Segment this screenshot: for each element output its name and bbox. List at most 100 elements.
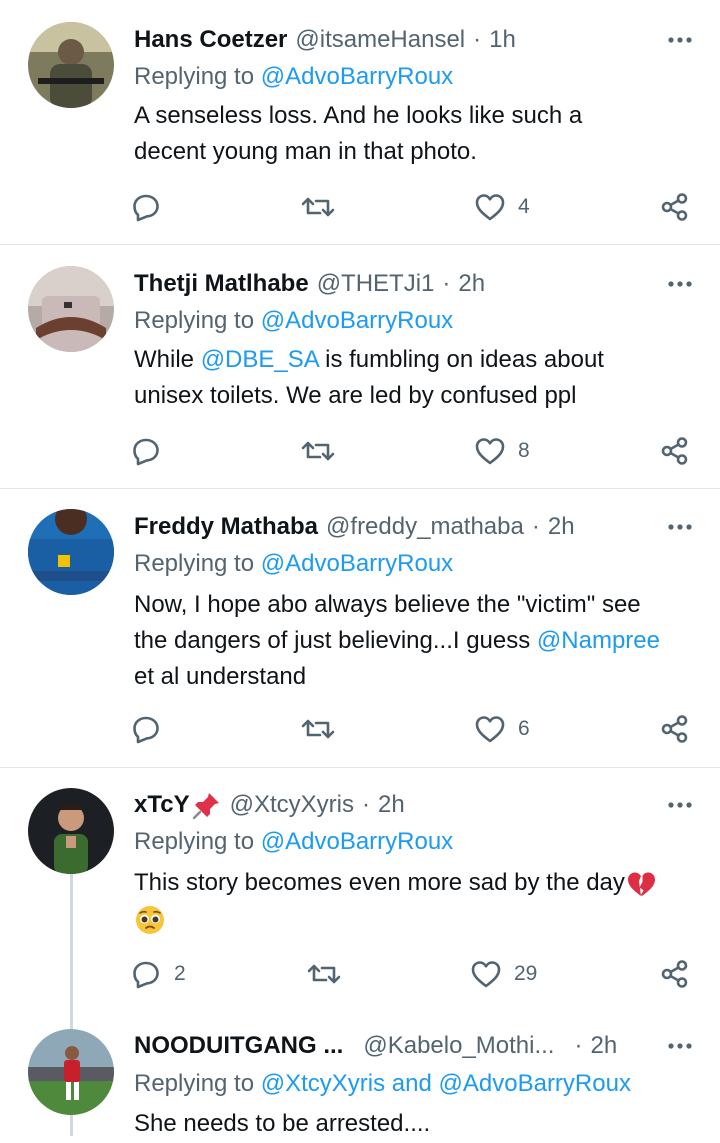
- like-button[interactable]: 8: [474, 431, 530, 471]
- pleading-face-icon: [136, 905, 164, 934]
- replying-label: Replying to: [134, 1070, 255, 1097]
- mention-link[interactable]: @XtcyXyris: [261, 1070, 385, 1097]
- user-handle[interactable]: @Kabelo_Mothi...: [363, 1032, 554, 1060]
- like-count: 6: [518, 717, 530, 740]
- reply-button[interactable]: 2: [130, 954, 186, 994]
- user-handle[interactable]: @XtcyXyris: [230, 791, 354, 819]
- tweet-actions: 8: [130, 431, 700, 471]
- tweet-text: A senseless loss. And he looks like such…: [134, 98, 704, 170]
- share-icon: [661, 960, 688, 988]
- timestamp[interactable]: 1h: [489, 26, 516, 54]
- mention-link[interactable]: @Nampree: [537, 627, 660, 654]
- mention-link[interactable]: @AdvoBarryRoux: [261, 307, 453, 334]
- share-button[interactable]: [660, 709, 690, 749]
- like-button[interactable]: 29: [470, 954, 537, 994]
- tweet-1[interactable]: Hans Coetzer @itsameHansel · 1h Replying…: [0, 0, 720, 244]
- more-dots-icon: [668, 802, 692, 808]
- text-fragment: This story becomes even more sad by the …: [134, 869, 625, 896]
- more-dots-icon: [668, 37, 692, 43]
- more-options-button[interactable]: [660, 27, 700, 53]
- tweet-text: Now, I hope abo always believe the "vict…: [134, 587, 704, 695]
- tweet-header: Hans Coetzer @itsameHansel · 1h: [134, 22, 516, 58]
- retweet-icon: [301, 197, 335, 217]
- like-count: 29: [514, 962, 538, 985]
- more-options-button[interactable]: [660, 271, 700, 297]
- mention-link[interactable]: @AdvoBarryRoux: [439, 1070, 631, 1097]
- like-button[interactable]: 4: [474, 187, 530, 227]
- replying-label: Replying to: [134, 307, 255, 334]
- more-options-button[interactable]: [660, 514, 700, 540]
- retweet-button[interactable]: [300, 431, 336, 471]
- tweet-3[interactable]: Freddy Mathaba @freddy_mathaba · 2h Repl…: [0, 489, 720, 767]
- text-line: This story becomes even more sad by the …: [134, 865, 704, 901]
- tweet-header: Thetji Matlhabe @THETJi1 · 2h: [134, 266, 485, 302]
- tweet-text: She needs to be arrested....: [134, 1106, 704, 1142]
- avatar[interactable]: [28, 1029, 114, 1115]
- avatar[interactable]: [28, 22, 114, 108]
- avatar[interactable]: [28, 788, 114, 874]
- heart-icon: [475, 716, 505, 743]
- text-line: unisex toilets. We are led by confused p…: [134, 382, 577, 409]
- tweet-text: While @DBE_SA is fumbling on ideas about…: [134, 342, 704, 414]
- share-button[interactable]: [660, 431, 690, 471]
- reply-count: 2: [174, 962, 186, 985]
- more-dots-icon: [668, 524, 692, 530]
- display-name[interactable]: Hans Coetzer: [134, 26, 287, 54]
- mention-link[interactable]: @AdvoBarryRoux: [261, 63, 453, 90]
- reply-icon: [133, 961, 159, 989]
- share-button[interactable]: [660, 954, 690, 994]
- reply-icon: [133, 716, 159, 744]
- avatar[interactable]: [28, 266, 114, 352]
- separator-dot: ·: [442, 270, 451, 297]
- display-name[interactable]: Thetji Matlhabe: [134, 270, 309, 298]
- share-icon: [661, 437, 688, 465]
- user-handle[interactable]: @itsameHansel: [295, 26, 465, 54]
- replying-to: Replying to @AdvoBarryRoux: [134, 307, 453, 335]
- tweet-header: Freddy Mathaba @freddy_mathaba · 2h: [134, 509, 575, 545]
- timestamp[interactable]: 2h: [590, 1032, 617, 1060]
- tweet-2[interactable]: Thetji Matlhabe @THETJi1 · 2h Replying t…: [0, 245, 720, 488]
- text-line: the dangers of just believing...I guess …: [134, 623, 704, 659]
- text-line: She needs to be arrested....: [134, 1110, 431, 1137]
- replying-label: Replying to: [134, 550, 255, 577]
- like-button[interactable]: 6: [474, 709, 530, 749]
- replying-label: Replying to: [134, 63, 255, 90]
- retweet-button[interactable]: [300, 187, 336, 227]
- avatar[interactable]: [28, 509, 114, 595]
- tweet-header: xTcY @XtcyXyris · 2h: [134, 787, 405, 823]
- text-line: While @DBE_SA is fumbling on ideas about: [134, 342, 704, 378]
- reply-icon: [133, 438, 159, 466]
- display-name[interactable]: Freddy Mathaba: [134, 513, 318, 541]
- replying-to: Replying to @AdvoBarryRoux: [134, 828, 453, 856]
- timestamp[interactable]: 2h: [548, 513, 575, 541]
- text-fragment: the dangers of just believing...I guess: [134, 627, 537, 654]
- retweet-button[interactable]: [300, 709, 336, 749]
- like-count: 4: [518, 195, 530, 218]
- reply-button[interactable]: [130, 431, 162, 471]
- text-line: A senseless loss. And he looks like such…: [134, 102, 583, 129]
- mention-link[interactable]: @AdvoBarryRoux: [261, 550, 453, 577]
- display-name[interactable]: xTcY: [134, 791, 190, 819]
- retweet-button[interactable]: [306, 954, 342, 994]
- text-line: Now, I hope abo always believe the "vict…: [134, 591, 641, 618]
- reply-button[interactable]: [130, 709, 162, 749]
- timestamp[interactable]: 2h: [458, 270, 485, 298]
- reply-button[interactable]: [130, 187, 162, 227]
- tweet-5[interactable]: NOODUITGANG ... @Kabelo_Mothi... · 2h Re…: [0, 1010, 720, 1143]
- mention-link[interactable]: @AdvoBarryRoux: [261, 828, 453, 855]
- retweet-icon: [301, 719, 335, 739]
- tweet-text: This story becomes even more sad by the …: [134, 865, 704, 937]
- replying-to: Replying to @XtcyXyris and @AdvoBarryRou…: [134, 1070, 631, 1098]
- user-handle[interactable]: @freddy_mathaba: [326, 513, 524, 541]
- timestamp[interactable]: 2h: [378, 791, 405, 819]
- display-name[interactable]: NOODUITGANG ...: [134, 1032, 343, 1060]
- more-options-button[interactable]: [660, 792, 700, 818]
- mention-link[interactable]: @DBE_SA: [201, 346, 319, 373]
- more-options-button[interactable]: [660, 1033, 700, 1059]
- user-handle[interactable]: @THETJi1: [317, 270, 435, 298]
- share-button[interactable]: [660, 187, 690, 227]
- tweet-4[interactable]: xTcY @XtcyXyris · 2h Replying to @AdvoBa…: [0, 768, 720, 1136]
- retweet-icon: [301, 441, 335, 461]
- pushpin-icon: [192, 793, 219, 820]
- share-icon: [661, 715, 688, 743]
